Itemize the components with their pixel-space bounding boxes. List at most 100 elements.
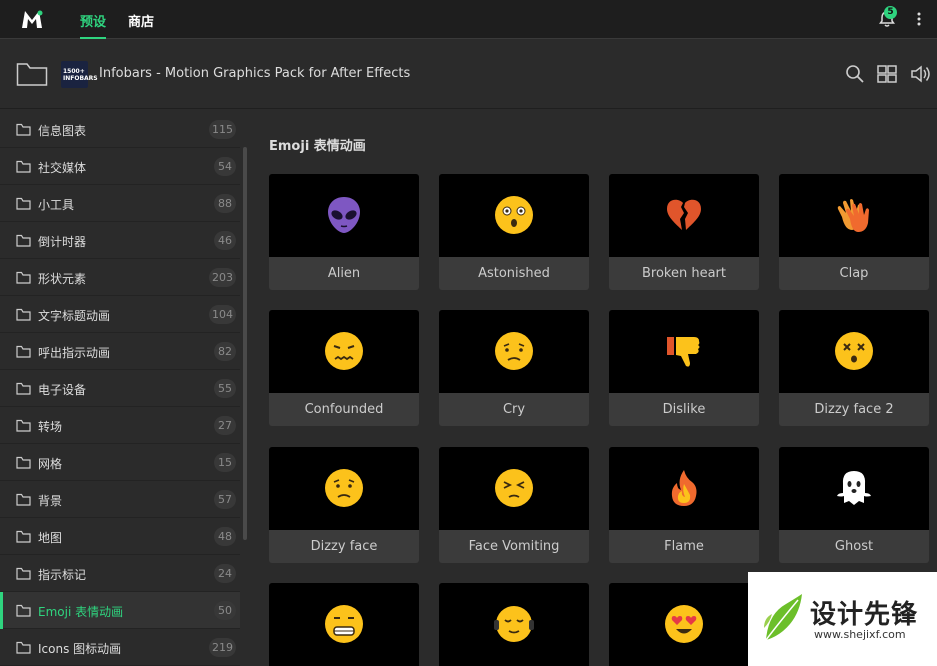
headphones-face-icon [494, 606, 534, 642]
preset-card-dislike[interactable]: Dislike [609, 310, 759, 426]
sidebar-item-count: 82 [214, 342, 236, 361]
card-preview[interactable] [269, 174, 419, 257]
sidebar-item-countdown[interactable]: 倒计时器 46 [0, 222, 240, 259]
heart-eyes-face-icon [665, 605, 703, 643]
folder-icon[interactable] [16, 61, 48, 87]
preset-card-face-vomiting[interactable]: Face Vomiting [439, 447, 589, 563]
pack-thumbnail: 1500+ INFOBARS [61, 61, 98, 88]
folder-icon [16, 382, 31, 395]
card-preview[interactable] [609, 447, 759, 530]
folder-icon [16, 419, 31, 432]
card-label: Dislike [609, 393, 759, 426]
notification-badge: 5 [884, 6, 897, 19]
flame-icon [671, 470, 697, 506]
folder-icon [16, 456, 31, 469]
sidebar-scrollbar[interactable] [243, 147, 247, 540]
card-preview[interactable] [609, 174, 759, 257]
sidebar-item-count: 104 [209, 305, 236, 324]
card-preview[interactable] [779, 174, 929, 257]
folder-icon [16, 160, 31, 173]
preset-card-dizzy-face-2[interactable]: Dizzy face 2 [779, 310, 929, 426]
sidebar-item-label: 转场 [38, 420, 63, 434]
card-preview[interactable] [269, 310, 419, 393]
sidebar-item-count: 203 [209, 268, 236, 287]
tab-presets[interactable]: 预设 [80, 11, 107, 39]
preset-card-headphones[interactable] [439, 583, 589, 666]
card-preview[interactable] [779, 310, 929, 393]
card-preview[interactable] [609, 583, 759, 666]
preset-card-ghost[interactable]: Ghost [779, 447, 929, 563]
preset-card-dizzy-face[interactable]: Dizzy face [269, 447, 419, 563]
preset-card-astonished[interactable]: Astonished [439, 174, 589, 290]
sidebar-item-label: 网格 [38, 457, 63, 471]
sidebar-item-label: Emoji 表情动画 [38, 605, 124, 619]
top-bar: 预设 商店 5 [0, 0, 937, 39]
card-label: Face Vomiting [439, 530, 589, 563]
card-label: Dizzy face [269, 530, 419, 563]
sidebar-item-shape-elements[interactable]: 形状元素 203 [0, 259, 240, 296]
sidebar-item-label: 地图 [38, 531, 63, 545]
card-label: Astonished [439, 257, 589, 290]
sidebar-item-markers[interactable]: 指示标记 24 [0, 555, 240, 592]
preset-card-confounded[interactable]: Confounded [269, 310, 419, 426]
volume-icon[interactable] [910, 64, 932, 84]
folder-icon [16, 567, 31, 580]
preset-card-flame[interactable]: Flame [609, 447, 759, 563]
preset-card-clap[interactable]: Clap [779, 174, 929, 290]
folder-icon [16, 308, 31, 321]
sidebar-item-infographics[interactable]: 信息图表 115 [0, 111, 240, 148]
preset-card-grimace[interactable] [269, 583, 419, 666]
sidebar-item-count: 88 [214, 194, 236, 213]
confounded-face-icon [325, 332, 363, 370]
cry-face-icon [495, 332, 533, 370]
broken-heart-icon [667, 199, 701, 230]
squint-face-icon [495, 469, 533, 507]
pack-header: 1500+ INFOBARS Infobars - Motion Graphic… [0, 39, 937, 109]
sidebar-item-count: 55 [214, 379, 236, 398]
watermark-text: 设计先锋 [810, 600, 919, 630]
pack-thumbnail-text: 1500+ INFOBARS [63, 68, 98, 82]
sidebar-item-social-media[interactable]: 社交媒体 54 [0, 148, 240, 185]
preset-card-broken-heart[interactable]: Broken heart [609, 174, 759, 290]
card-preview[interactable] [269, 447, 419, 530]
card-preview[interactable] [779, 447, 929, 530]
sidebar-item-count: 27 [214, 416, 236, 435]
card-label: Broken heart [609, 257, 759, 290]
card-preview[interactable] [269, 583, 419, 666]
more-menu-icon[interactable] [913, 10, 925, 28]
card-preview[interactable] [609, 310, 759, 393]
sidebar-item-callouts[interactable]: 呼出指示动画 82 [0, 333, 240, 370]
card-preview[interactable] [439, 174, 589, 257]
sidebar-item-label: 倒计时器 [38, 235, 87, 249]
preset-card-alien[interactable]: Alien [269, 174, 419, 290]
card-preview[interactable] [439, 447, 589, 530]
card-preview[interactable] [439, 583, 589, 666]
tab-store[interactable]: 商店 [128, 11, 154, 39]
card-preview[interactable] [439, 310, 589, 393]
sidebar-item-label: 指示标记 [38, 568, 87, 582]
folder-icon [16, 530, 31, 543]
sidebar-item-count: 15 [214, 453, 236, 472]
sidebar-item-maps[interactable]: 地图 48 [0, 518, 240, 555]
app-logo-icon[interactable] [20, 8, 44, 30]
sidebar-item-text-titles[interactable]: 文字标题动画 104 [0, 296, 240, 333]
frowning-face-icon [325, 469, 363, 507]
card-label: Alien [269, 257, 419, 290]
sidebar-item-label: 信息图表 [38, 124, 87, 138]
preset-card-cry[interactable]: Cry [439, 310, 589, 426]
grid-view-icon[interactable] [877, 64, 897, 84]
sidebar-item-widgets[interactable]: 小工具 88 [0, 185, 240, 222]
search-icon[interactable] [845, 64, 865, 84]
sidebar-item-label: 社交媒体 [38, 161, 87, 175]
sidebar-item-icons[interactable]: Icons 图标动画 219 [0, 629, 240, 666]
folder-icon [16, 345, 31, 358]
sidebar-item-backgrounds[interactable]: 背景 57 [0, 481, 240, 518]
sidebar-item-grids[interactable]: 网格 15 [0, 444, 240, 481]
sidebar-item-count: 54 [214, 157, 236, 176]
sidebar-item-devices[interactable]: 电子设备 55 [0, 370, 240, 407]
preset-card-heart-eyes[interactable] [609, 583, 759, 666]
sidebar-item-transitions[interactable]: 转场 27 [0, 407, 240, 444]
card-label: Dizzy face 2 [779, 393, 929, 426]
card-label: Ghost [779, 530, 929, 563]
sidebar-item-emoji[interactable]: Emoji 表情动画 50 [0, 592, 240, 629]
